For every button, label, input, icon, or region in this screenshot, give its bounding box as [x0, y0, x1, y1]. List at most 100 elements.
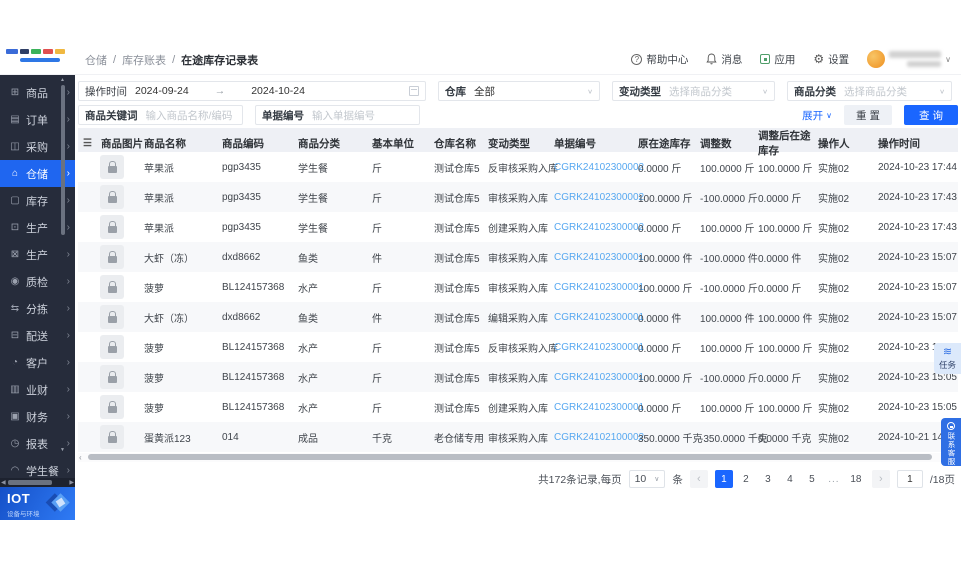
cell-change-type: 反审核采购入库	[488, 343, 558, 355]
sidebar-scrollbar[interactable]: ▲ ▼	[60, 77, 66, 477]
cell-category: 水产	[298, 283, 318, 295]
task-widget-button[interactable]: ≋ 任务	[934, 343, 961, 374]
scrollbar-thumb[interactable]	[88, 454, 932, 460]
cell-unit: 件	[372, 253, 382, 265]
keyword-input[interactable]: 商品关键词 输入商品名称/编码	[78, 105, 243, 125]
page-button[interactable]: 5	[803, 470, 821, 488]
orders-icon: ▤	[10, 114, 20, 125]
product-image-placeholder	[100, 425, 124, 449]
cell-order-no-link[interactable]: CGRK24102300001	[554, 342, 644, 353]
cell-category: 鱼类	[298, 313, 318, 325]
prev-page-button[interactable]: ‹	[689, 470, 708, 488]
iot-banner[interactable]: IOT 设备与环境	[0, 487, 75, 520]
cell-category: 鱼类	[298, 253, 318, 265]
scrollbar-thumb[interactable]	[8, 480, 52, 485]
settings-button[interactable]: ⚙ 设置	[813, 52, 849, 67]
date-label: 操作时间	[85, 85, 127, 98]
category-select[interactable]: 商品分类 选择商品分类 ∨	[787, 81, 952, 101]
cell-category: 水产	[298, 373, 318, 385]
contact-support-button[interactable]: 联系客服	[941, 418, 961, 466]
avatar	[867, 50, 886, 68]
change-type-placeholder: 选择商品分类	[669, 85, 732, 98]
date-range-input[interactable]: 操作时间 2024-09-24 → 2024-10-24	[78, 81, 426, 101]
page-button[interactable]: 2	[737, 470, 755, 488]
column-settings-icon[interactable]: ☰	[83, 138, 92, 149]
page-button[interactable]: 3	[759, 470, 777, 488]
cell-order-no-link[interactable]: CGRK24102300001	[554, 252, 644, 263]
expand-toggle[interactable]: 展开 ∨	[802, 108, 832, 123]
cell-after-qty: 100.0000 斤	[758, 403, 813, 415]
layers-icon: ≋	[942, 345, 953, 358]
order-no-placeholder: 输入单据编号	[312, 109, 375, 122]
cell-category: 水产	[298, 403, 318, 415]
breadcrumb-item[interactable]: 仓储	[85, 52, 107, 68]
cell-product-code: BL124157368	[222, 341, 285, 353]
cube-icon	[51, 493, 70, 512]
chevron-down-icon: ∨	[945, 54, 951, 64]
cell-unit: 斤	[372, 403, 382, 415]
table-row: 菠萝 BL124157368 水产 斤 测试仓库5 反审核采购入库 CGRK24…	[78, 332, 958, 362]
scroll-left-icon[interactable]: ◀	[1, 479, 6, 486]
breadcrumb: 仓储 / 库存账表 / 在途库存记录表	[85, 52, 258, 68]
cell-time: 2024-10-23 17:43	[878, 191, 957, 203]
cell-change-type: 创建采购入库	[488, 403, 548, 415]
page-button[interactable]: ...	[825, 470, 843, 488]
warehouse-select[interactable]: 仓库 全部 ∨	[438, 81, 600, 101]
date-start-value: 2024-09-24	[135, 85, 189, 97]
cell-product-code: pgp3435	[222, 191, 261, 203]
user-menu[interactable]: ∨	[867, 50, 951, 68]
cell-order-no-link[interactable]: CGRK24102300001	[554, 282, 644, 293]
chevron-right-icon: ›	[66, 438, 70, 449]
sidebar-item-label: 学生餐	[26, 465, 59, 478]
cell-order-no-link[interactable]: CGRK24102100002	[554, 432, 644, 443]
quality-icon: ◉	[10, 276, 20, 287]
cell-change-type: 审核采购入库	[488, 433, 548, 445]
cell-before-qty: 100.0000 斤	[638, 193, 693, 205]
cell-warehouse: 老仓储专用	[434, 433, 484, 445]
help-center-label: 帮助中心	[646, 53, 689, 66]
cell-order-no-link[interactable]: CGRK24102300001	[554, 402, 644, 413]
cell-order-no-link[interactable]: CGRK24102300002	[554, 162, 644, 173]
lock-icon	[107, 400, 117, 413]
cell-product-code: 014	[222, 431, 239, 443]
cell-order-no-link[interactable]: CGRK24102300002	[554, 222, 644, 233]
message-button[interactable]: 消息	[706, 52, 742, 67]
search-button[interactable]: 查询	[904, 105, 958, 125]
next-page-button[interactable]: ›	[871, 470, 890, 488]
order-no-input[interactable]: 单据编号 输入单据编号	[255, 105, 420, 125]
cell-order-no-link[interactable]: CGRK24102300001	[554, 372, 644, 383]
cell-after-qty: 100.0000 斤	[758, 343, 813, 355]
sidebar-item-label: 配送	[26, 330, 48, 343]
cell-order-no-link[interactable]: CGRK24102300001	[554, 312, 644, 323]
cell-product-name: 菠萝	[144, 343, 164, 355]
breadcrumb-item[interactable]: 库存账表	[122, 52, 166, 68]
table-hscrollbar[interactable]: ‹	[78, 453, 958, 462]
scrollbar-thumb[interactable]	[61, 85, 65, 235]
cell-operator: 实施02	[818, 313, 850, 325]
scroll-right-icon[interactable]: ▶	[69, 479, 74, 486]
sidebar-item-label: 报表	[26, 438, 48, 451]
cell-operator: 实施02	[818, 433, 850, 445]
scroll-up-icon[interactable]: ▲	[60, 77, 65, 83]
page-size-select[interactable]: 10 ∨	[628, 470, 666, 488]
change-type-select[interactable]: 变动类型 选择商品分类 ∨	[612, 81, 775, 101]
purchase-icon: ◫	[10, 141, 20, 152]
scroll-left-icon[interactable]: ‹	[79, 453, 82, 462]
reset-button[interactable]: 重置	[844, 105, 892, 125]
cell-order-no-link[interactable]: CGRK24102300002	[554, 192, 644, 203]
sidebar-item-label: 生产	[26, 249, 48, 262]
page-jump-input[interactable]: 1	[896, 470, 923, 488]
page-button[interactable]: 4	[781, 470, 799, 488]
cell-adjust-qty: -100.0000 斤	[700, 283, 758, 295]
cell-before-qty: 0.0000 斤	[638, 343, 682, 355]
cell-before-qty: 100.0000 斤	[638, 283, 693, 295]
scroll-down-icon[interactable]: ▼	[60, 447, 65, 453]
cell-product-name: 苹果派	[144, 163, 174, 175]
support-label: 联系客服	[947, 432, 956, 466]
page-button[interactable]: 18	[847, 470, 865, 488]
page-button[interactable]: 1	[714, 470, 733, 488]
apps-button[interactable]: 应用	[760, 52, 795, 67]
user-name-blurred	[889, 51, 942, 67]
help-center-button[interactable]: ? 帮助中心	[631, 52, 688, 67]
sidebar-hscrollbar[interactable]: ◀ ▶	[0, 478, 75, 487]
